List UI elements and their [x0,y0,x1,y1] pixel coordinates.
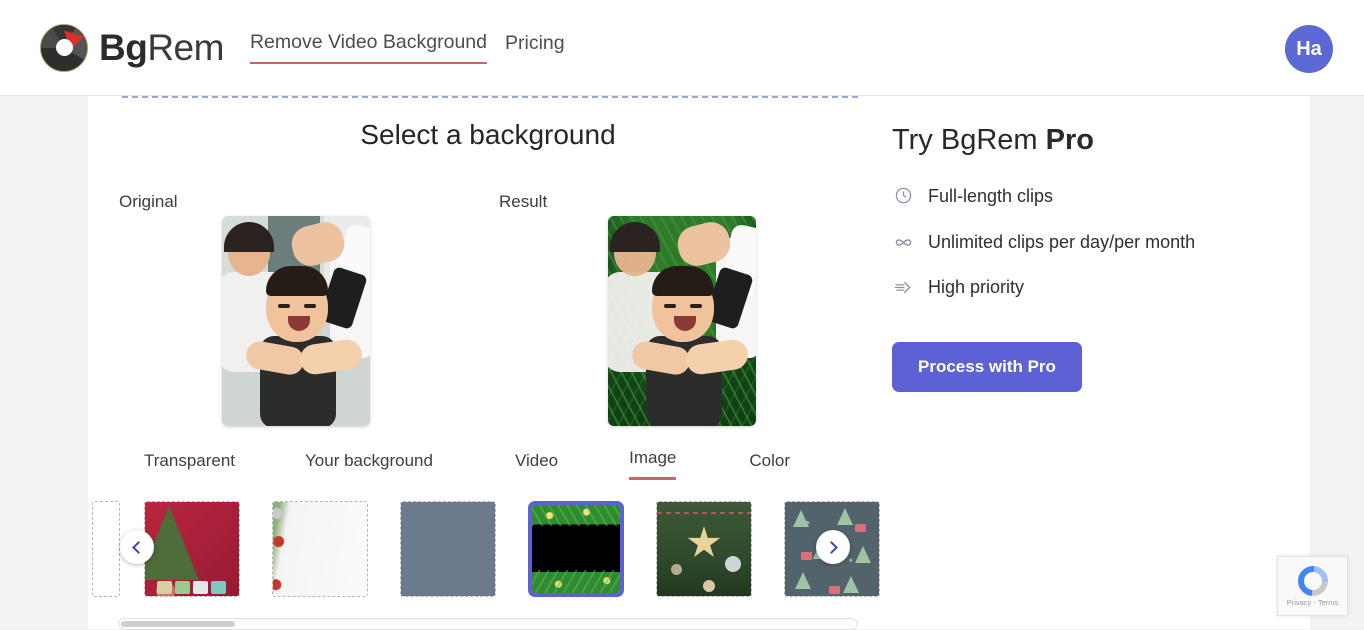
pro-feature-label: Full-length clips [928,186,1054,206]
thumbnail-white-wreath[interactable] [272,501,368,597]
process-with-pro-button[interactable]: Process with Pro [892,341,1082,392]
result-preview-image[interactable] [608,216,756,426]
page-title: Select a background [360,119,616,150]
background-type-tabs: Transparent Your background Video Image … [88,448,898,480]
dropzone-dashed-edge [122,96,858,98]
pro-feature-list: Full-length clips Unlimited clips per da… [892,183,1222,301]
tab-transparent[interactable]: Transparent [144,451,235,480]
thumbnail-black-green-garland[interactable] [528,501,624,597]
tab-video[interactable]: Video [515,451,558,480]
thumbnail-christmas-tree-star[interactable] [656,501,752,597]
background-thumbnail-strip[interactable] [92,501,880,609]
tab-your-background[interactable]: Your background [305,451,433,480]
pro-upsell-panel: Try BgRem Pro Full-length clips Unlimite… [892,124,1222,392]
pro-title-bold: Pro [1045,124,1094,156]
scrollbar-thumb[interactable] [121,621,235,627]
pro-panel-title: Try BgRem Pro [892,124,1222,157]
main-navigation: Remove Video Background Pricing [249,31,565,64]
pro-feature-unlimited-clips: Unlimited clips per day/per month [892,229,1222,256]
main-content-card: Select a background Original Result Tran… [88,96,1310,630]
tab-image[interactable]: Image [629,448,677,480]
tab-color[interactable]: Color [749,451,790,480]
site-header: BgRem Remove Video Background Pricing Ha [0,0,1364,96]
pro-feature-label: High priority [928,277,1025,298]
chevron-right-icon [825,540,838,554]
pro-title-prefix: Try BgRem [892,124,1046,156]
infinity-icon [892,229,914,253]
carousel-prev-button[interactable] [120,530,154,564]
brand-wordmark: BgRem [99,29,224,66]
thumbnail-red-christmas-tree[interactable] [144,501,240,597]
brand-name-bg: Bg [99,27,148,68]
pro-feature-label: Unlimited clips per day/per month [928,231,1196,252]
pro-feature-high-priority: High priority [892,274,1222,301]
nav-remove-video-background[interactable]: Remove Video Background [249,31,487,64]
camera-aperture-logo-icon [40,23,88,72]
horizontal-scrollbar[interactable] [118,618,858,630]
recaptcha-icon [1291,559,1334,602]
pro-feature-full-length-clips: Full-length clips [892,183,1222,210]
carousel-next-button[interactable] [816,530,850,564]
fast-forward-icon [892,274,914,298]
recaptcha-privacy-terms[interactable]: Privacy - Terms [1287,598,1339,607]
result-label: Result [499,192,548,211]
original-label: Original [119,192,178,211]
original-preview-image[interactable] [222,216,370,426]
thumbnail-partial[interactable] [92,501,120,597]
thumbnail-slate-gray[interactable] [400,501,496,597]
brand-name-rem: Rem [147,27,224,68]
recaptcha-badge[interactable]: Privacy - Terms [1277,556,1348,616]
right-gutter [1310,96,1364,629]
chevron-left-icon [132,540,145,554]
clock-icon [892,183,914,205]
nav-pricing[interactable]: Pricing [505,32,565,63]
user-avatar[interactable]: Ha [1285,25,1333,73]
brand-logo[interactable]: BgRem [40,23,224,72]
